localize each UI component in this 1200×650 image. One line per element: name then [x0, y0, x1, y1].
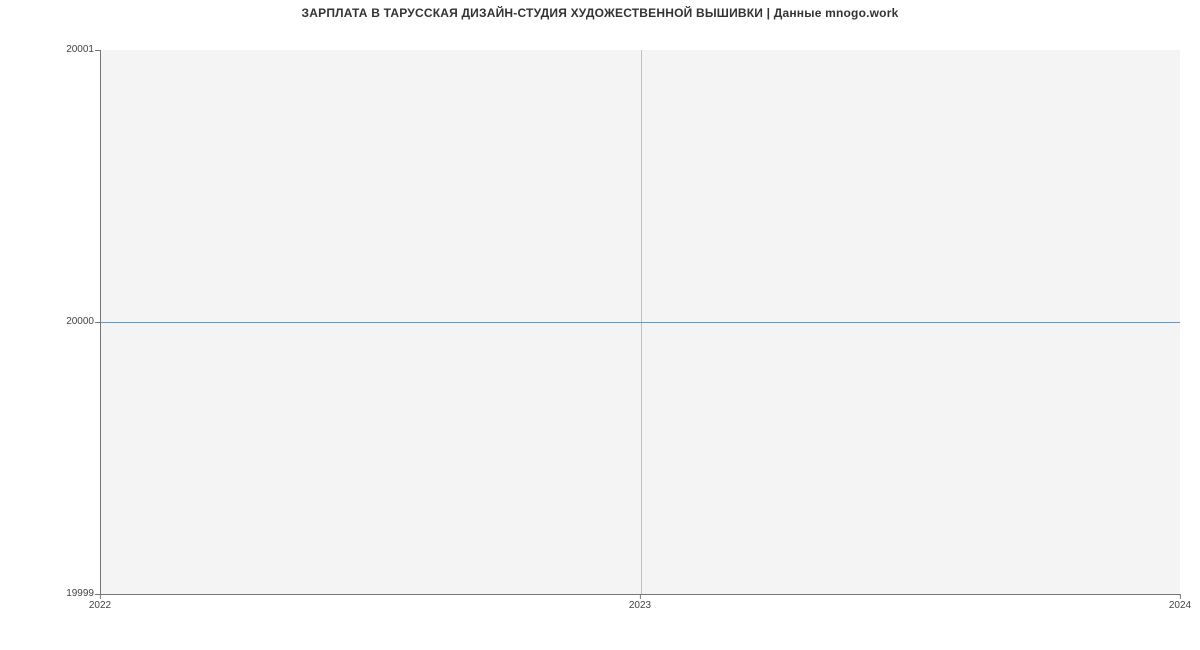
series-line-salary — [101, 322, 1180, 323]
y-tick-label: 20001 — [66, 44, 94, 55]
x-tick-label: 2022 — [89, 600, 111, 611]
plot-area — [100, 50, 1180, 595]
y-tick-0: 19999 — [4, 588, 94, 599]
x-tick-label: 2023 — [629, 600, 651, 611]
chart-title: ЗАРПЛАТА В ТАРУССКАЯ ДИЗАЙН-СТУДИЯ ХУДОЖ… — [0, 6, 1200, 20]
x-tick-label: 2024 — [1169, 600, 1191, 611]
y-tick-1: 20000 — [4, 316, 94, 327]
x-tick-1: 2023 — [629, 600, 651, 611]
salary-line-chart: ЗАРПЛАТА В ТАРУССКАЯ ДИЗАЙН-СТУДИЯ ХУДОЖ… — [0, 0, 1200, 650]
y-tick-label: 20000 — [66, 316, 94, 327]
y-tick-label: 19999 — [66, 588, 94, 599]
y-tick-2: 20001 — [4, 44, 94, 55]
tick-mark-icon — [1180, 594, 1181, 599]
tick-mark-icon — [100, 594, 101, 599]
x-tick-0: 2022 — [89, 600, 111, 611]
x-tick-2: 2024 — [1169, 600, 1191, 611]
tick-mark-icon — [640, 594, 641, 599]
